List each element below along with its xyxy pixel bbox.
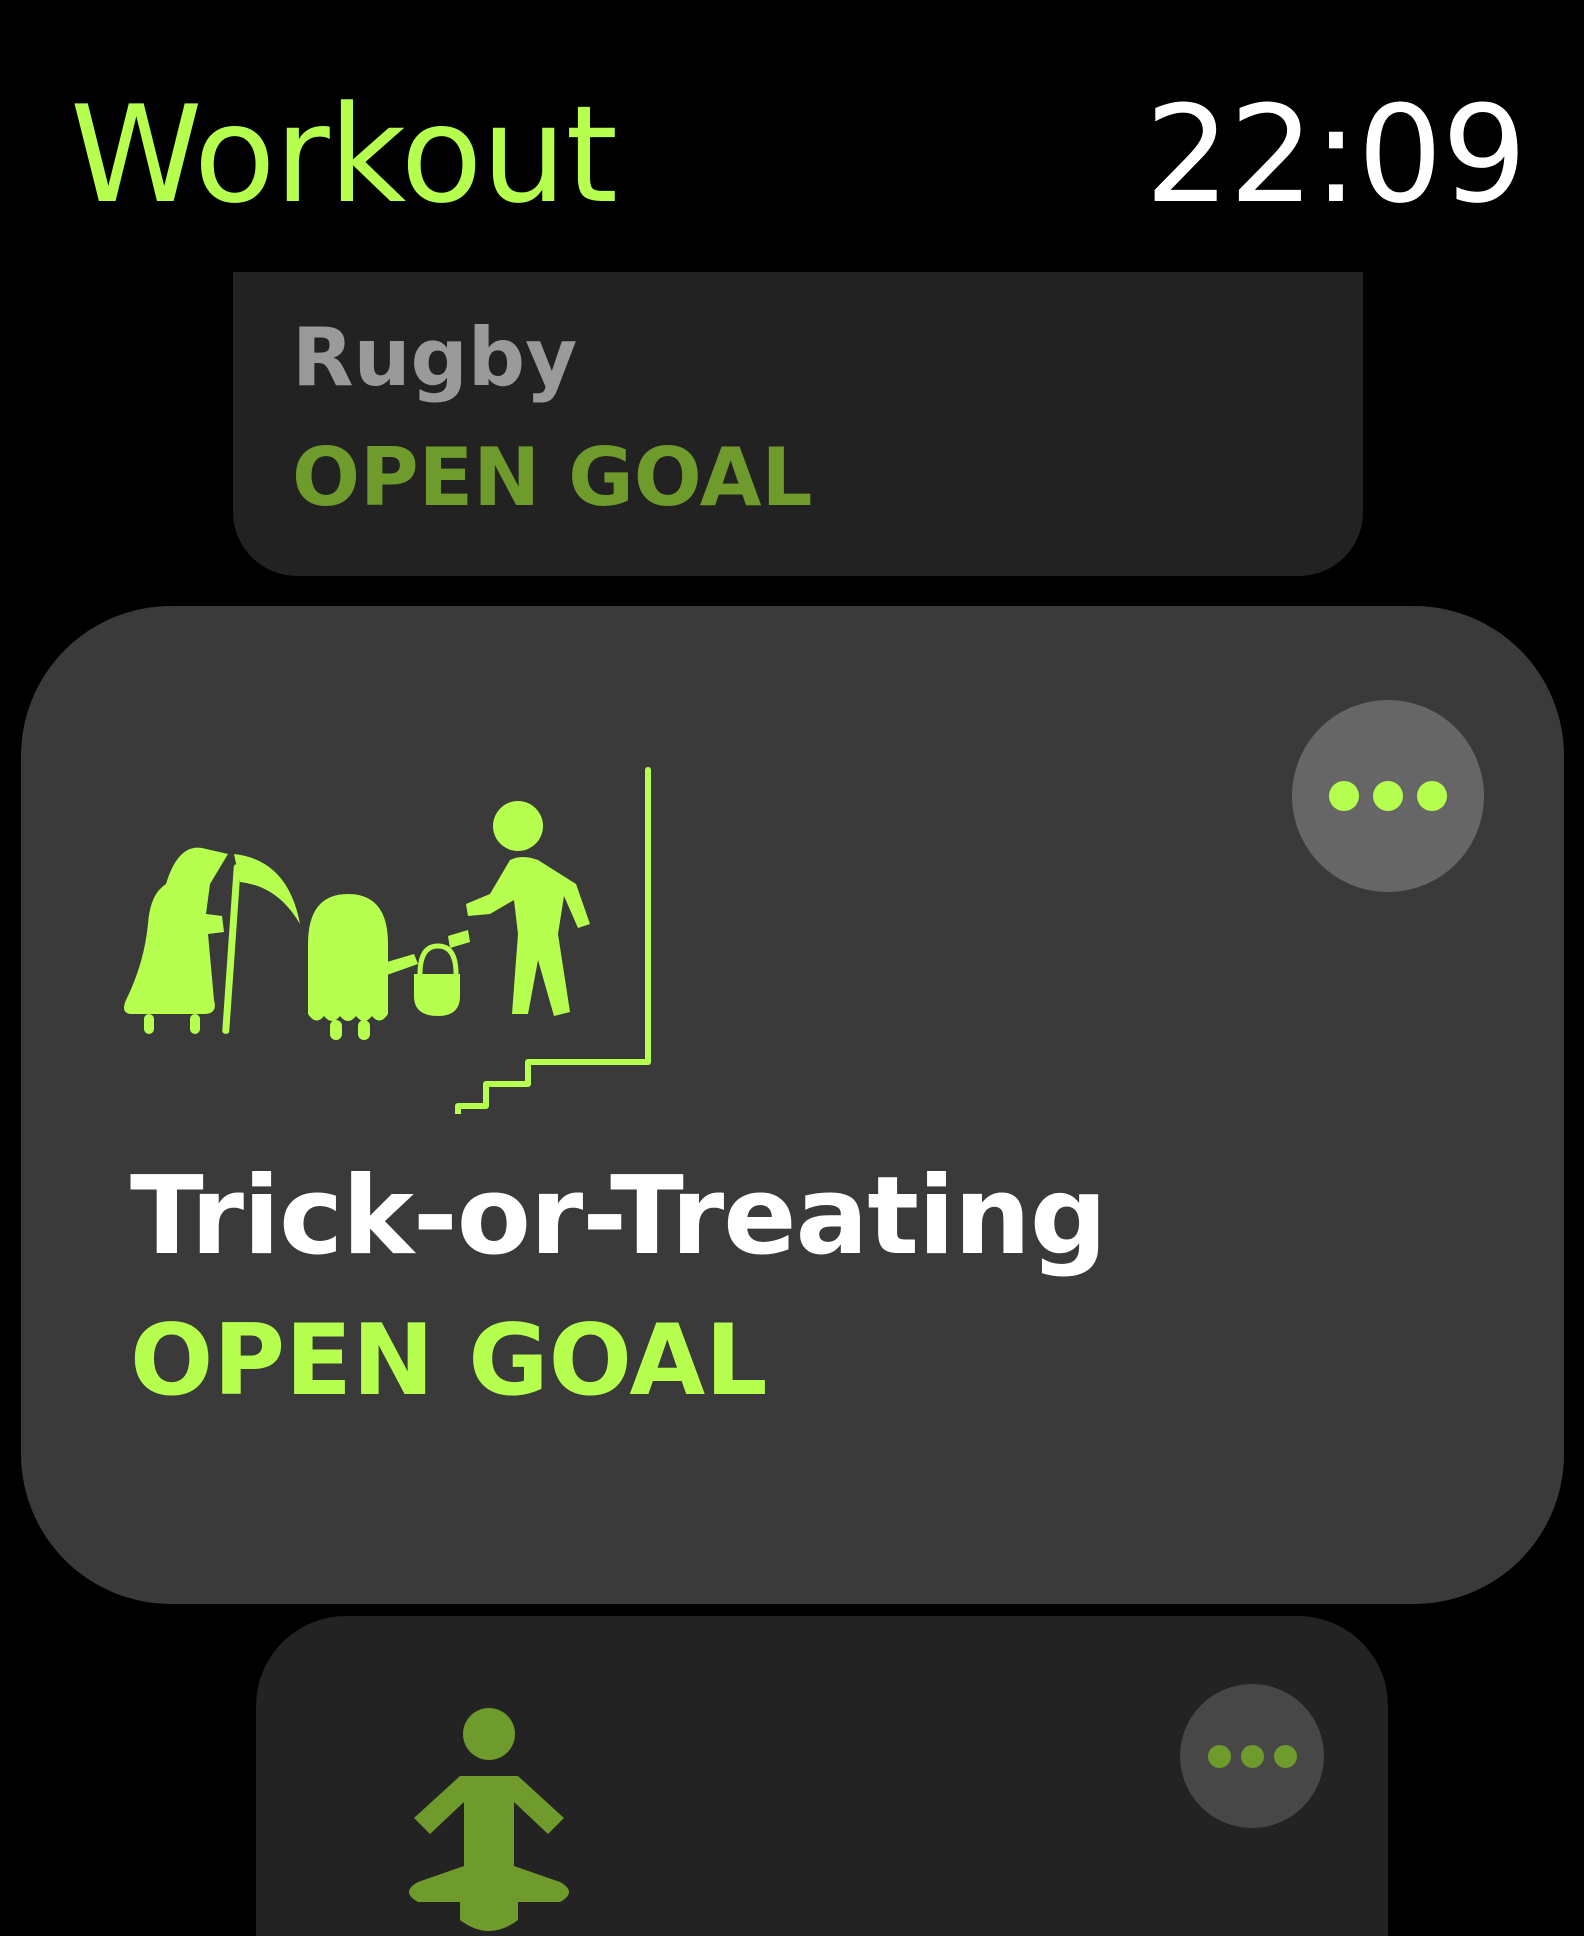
workout-goal: OPEN GOAL (130, 1304, 768, 1418)
ellipsis-icon (1207, 1744, 1231, 1768)
ellipsis-icon (1417, 781, 1447, 811)
ellipsis-icon (1373, 781, 1403, 811)
workout-name: Rugby (292, 311, 578, 404)
app-title: Workout (70, 77, 618, 233)
ellipsis-icon (1329, 781, 1359, 811)
trick-or-treating-icon (124, 767, 651, 1114)
ellipsis-icon (1273, 1744, 1297, 1768)
yoga-icon (409, 1708, 569, 1931)
workout-name: Trick-or-Treating (130, 1154, 1107, 1279)
workout-screen: Workout 22:09 Rugby OPEN GOAL Trick-or-T… (0, 0, 1584, 1936)
workout-goal: OPEN GOAL (292, 431, 813, 524)
ellipsis-icon (1240, 1744, 1264, 1768)
more-options-button[interactable] (1180, 1684, 1324, 1828)
clock: 22:09 (1144, 77, 1527, 233)
more-options-button[interactable] (1292, 700, 1484, 892)
